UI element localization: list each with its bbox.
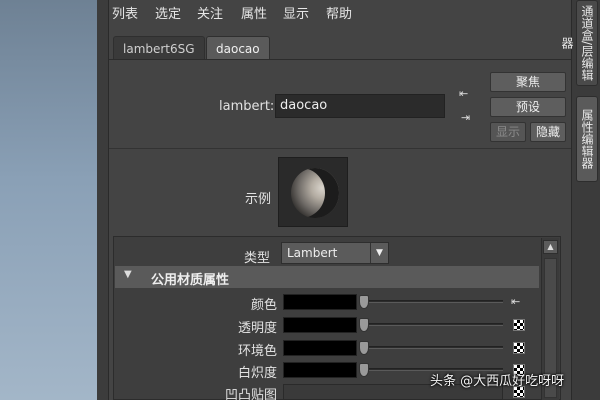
slider-track-color[interactable] xyxy=(361,300,503,303)
attr-label-incandescence: 白炽度 xyxy=(237,366,277,381)
shader-type-dropdown[interactable]: Lambert ▼ xyxy=(281,242,389,264)
map-button-checker-icon[interactable] xyxy=(513,319,525,331)
preset-button[interactable]: 预设 xyxy=(490,97,566,117)
menu-show[interactable]: 显示 xyxy=(283,3,309,22)
chevron-down-icon: ▼ xyxy=(370,243,388,263)
tab-daocao[interactable]: daocao xyxy=(206,36,270,60)
slider-handle-color[interactable] xyxy=(359,295,369,309)
viewport-edge xyxy=(97,0,109,400)
attr-row-bump: 凹凸贴图 xyxy=(197,384,277,400)
section-title: 公用材质属性 xyxy=(151,273,230,288)
color-well-color[interactable] xyxy=(283,294,357,310)
swatch-sphere xyxy=(291,168,339,218)
menu-list[interactable]: 列表 xyxy=(112,3,138,22)
show-button[interactable]: 显示 xyxy=(490,122,526,142)
shader-type-label: 类型 xyxy=(244,251,271,266)
input-connection-icon[interactable]: ⇤ xyxy=(459,88,473,100)
menu-focus[interactable]: 关注 xyxy=(197,3,223,22)
common-material-attributes-header[interactable]: ▼ 公用材质属性 xyxy=(115,266,539,288)
menu-bar: 列表 选定 关注 属性 显示 帮助 xyxy=(109,0,571,22)
slider-track-transparency[interactable] xyxy=(361,323,503,326)
attr-row-incandescence: 白炽度 xyxy=(197,362,277,381)
material-name-field[interactable]: daocao xyxy=(275,94,445,118)
swatch-label: 示例 xyxy=(245,192,272,207)
slider-handle-transparency[interactable] xyxy=(359,318,369,332)
shader-type-value: Lambert xyxy=(287,246,338,260)
tab-lambert6sg[interactable]: lambert6SG xyxy=(113,36,205,60)
hide-button[interactable]: 隐藏 xyxy=(530,122,566,142)
viewport-strip xyxy=(0,0,97,400)
attr-label-ambient: 环境色 xyxy=(237,344,277,359)
side-tab-attribute-editor[interactable]: 属性编辑器 xyxy=(576,96,598,182)
color-well-transparency[interactable] xyxy=(283,317,357,333)
slider-handle-ambient[interactable] xyxy=(359,341,369,355)
attr-row-ambient: 环境色 xyxy=(197,340,277,359)
side-tab-channel-box[interactable]: 通道盒/层编辑器 xyxy=(560,0,598,86)
scroll-up-arrow-icon[interactable]: ▲ xyxy=(543,240,558,254)
attr-label-color: 颜色 xyxy=(250,298,277,313)
side-tab-strip: 通道盒/层编辑器 属性编辑器 xyxy=(560,0,600,400)
menu-select[interactable]: 选定 xyxy=(155,3,181,22)
output-connection-icon[interactable]: ⇥ xyxy=(461,112,475,124)
attr-row-transparency: 透明度 xyxy=(197,317,277,336)
focus-button[interactable]: 聚焦 xyxy=(490,72,566,92)
color-well-incandescence[interactable] xyxy=(283,362,357,378)
menu-help[interactable]: 帮助 xyxy=(326,3,352,22)
attr-row-color: 颜色 xyxy=(197,294,277,313)
node-type-label: lambert: xyxy=(219,99,275,114)
material-swatch[interactable] xyxy=(278,157,348,227)
watermark: 头条 @大西瓜好吃呀呀 xyxy=(430,374,565,389)
attr-label-transparency: 透明度 xyxy=(237,321,277,336)
tab-divider xyxy=(109,59,571,60)
collapse-triangle-icon: ▼ xyxy=(124,269,132,280)
attr-label-bump: 凹凸贴图 xyxy=(224,388,277,400)
attribute-editor-panel: 列表 选定 关注 属性 显示 帮助 lambert6SG daocao lamb… xyxy=(109,0,571,400)
map-connected-icon[interactable]: ⇤ xyxy=(511,296,525,308)
color-well-ambient[interactable] xyxy=(283,340,357,356)
menu-attributes[interactable]: 属性 xyxy=(241,3,267,22)
slider-track-ambient[interactable] xyxy=(361,346,503,349)
map-button-checker-icon[interactable] xyxy=(513,342,525,354)
slider-handle-incandescence[interactable] xyxy=(359,363,369,377)
